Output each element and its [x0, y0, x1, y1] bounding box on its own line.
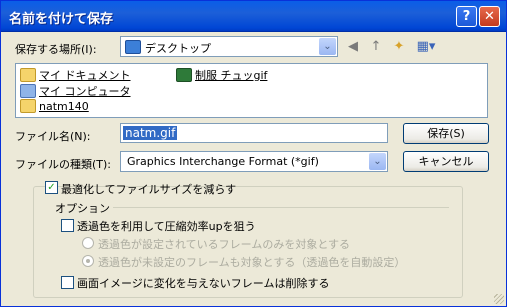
chevron-down-icon[interactable]: ⌄ [319, 38, 336, 55]
title-bar[interactable]: 名前を付けて保存 ? ✕ [1, 1, 506, 32]
options-divider [113, 207, 449, 208]
filetype-select[interactable]: Graphics Interchange Format (*gif) ⌄ [120, 151, 388, 172]
save-location-value: デスクトップ [145, 42, 211, 55]
radio1-label: 透過色が設定されているフレームのみを対象とする [98, 238, 351, 251]
transparent-label: 透過色を利用して圧縮効率upを狙う [77, 220, 256, 233]
new-folder-icon[interactable]: ✦ [390, 38, 408, 56]
optimize-checkbox[interactable]: ✓ [45, 181, 58, 194]
options-group-title: オプション [55, 202, 110, 215]
folder-icon [20, 99, 36, 113]
list-item[interactable]: 制服 チュッgif [176, 67, 267, 83]
folder-docs-icon [20, 68, 36, 82]
filename-label: ファイル名(N): [15, 130, 91, 143]
view-menu-icon[interactable]: ▦▾ [414, 38, 438, 56]
file-list[interactable]: マイ ドキュメント マイ コンピュータ natm140 制服 チュッgif [15, 63, 488, 118]
transparent-checkbox[interactable] [61, 219, 74, 232]
save-location-select[interactable]: デスクトップ ⌄ [120, 36, 338, 57]
list-item[interactable]: natm140 [20, 99, 89, 113]
list-item[interactable]: マイ コンピュータ [20, 83, 131, 99]
save-location-label: 保存する場所(I): [15, 43, 97, 56]
list-item[interactable]: マイ ドキュメント [20, 67, 131, 83]
gif-icon [176, 68, 192, 82]
resize-grip[interactable] [494, 294, 504, 304]
help-button[interactable]: ? [456, 6, 477, 27]
filename-field[interactable]: natm.gif [120, 123, 388, 143]
up-folder-icon[interactable]: ↑ [367, 38, 385, 56]
back-icon[interactable]: ◀ [344, 38, 362, 56]
desktop-icon [125, 40, 141, 54]
filetype-value: Graphics Interchange Format (*gif) [127, 155, 319, 168]
delete-frames-checkbox[interactable] [61, 276, 74, 289]
chevron-down-icon[interactable]: ⌄ [369, 153, 386, 170]
save-as-dialog: 名前を付けて保存 ? ✕ 保存する場所(I): デスクトップ ⌄ ◀ ↑ ✦ ▦… [0, 0, 507, 307]
optimize-label: 最適化してファイルサイズを減らす [61, 183, 237, 196]
all-frames-radio[interactable] [82, 255, 94, 267]
close-button[interactable]: ✕ [479, 6, 500, 27]
delete-frames-label: 画面イメージに変化を与えないフレームは削除する [77, 277, 330, 290]
frames-with-transparency-radio[interactable] [82, 237, 94, 249]
filetype-label: ファイルの種類(T): [15, 158, 112, 171]
save-button[interactable]: 保存(S) [403, 123, 489, 144]
filename-value: natm.gif [123, 126, 178, 140]
window-title: 名前を付けて保存 [9, 12, 114, 27]
cancel-button[interactable]: キャンセル [403, 151, 489, 172]
computer-icon [20, 84, 36, 98]
radio2-label: 透過色が未設定のフレームも対象とする（透過色を自動設定） [98, 256, 406, 269]
